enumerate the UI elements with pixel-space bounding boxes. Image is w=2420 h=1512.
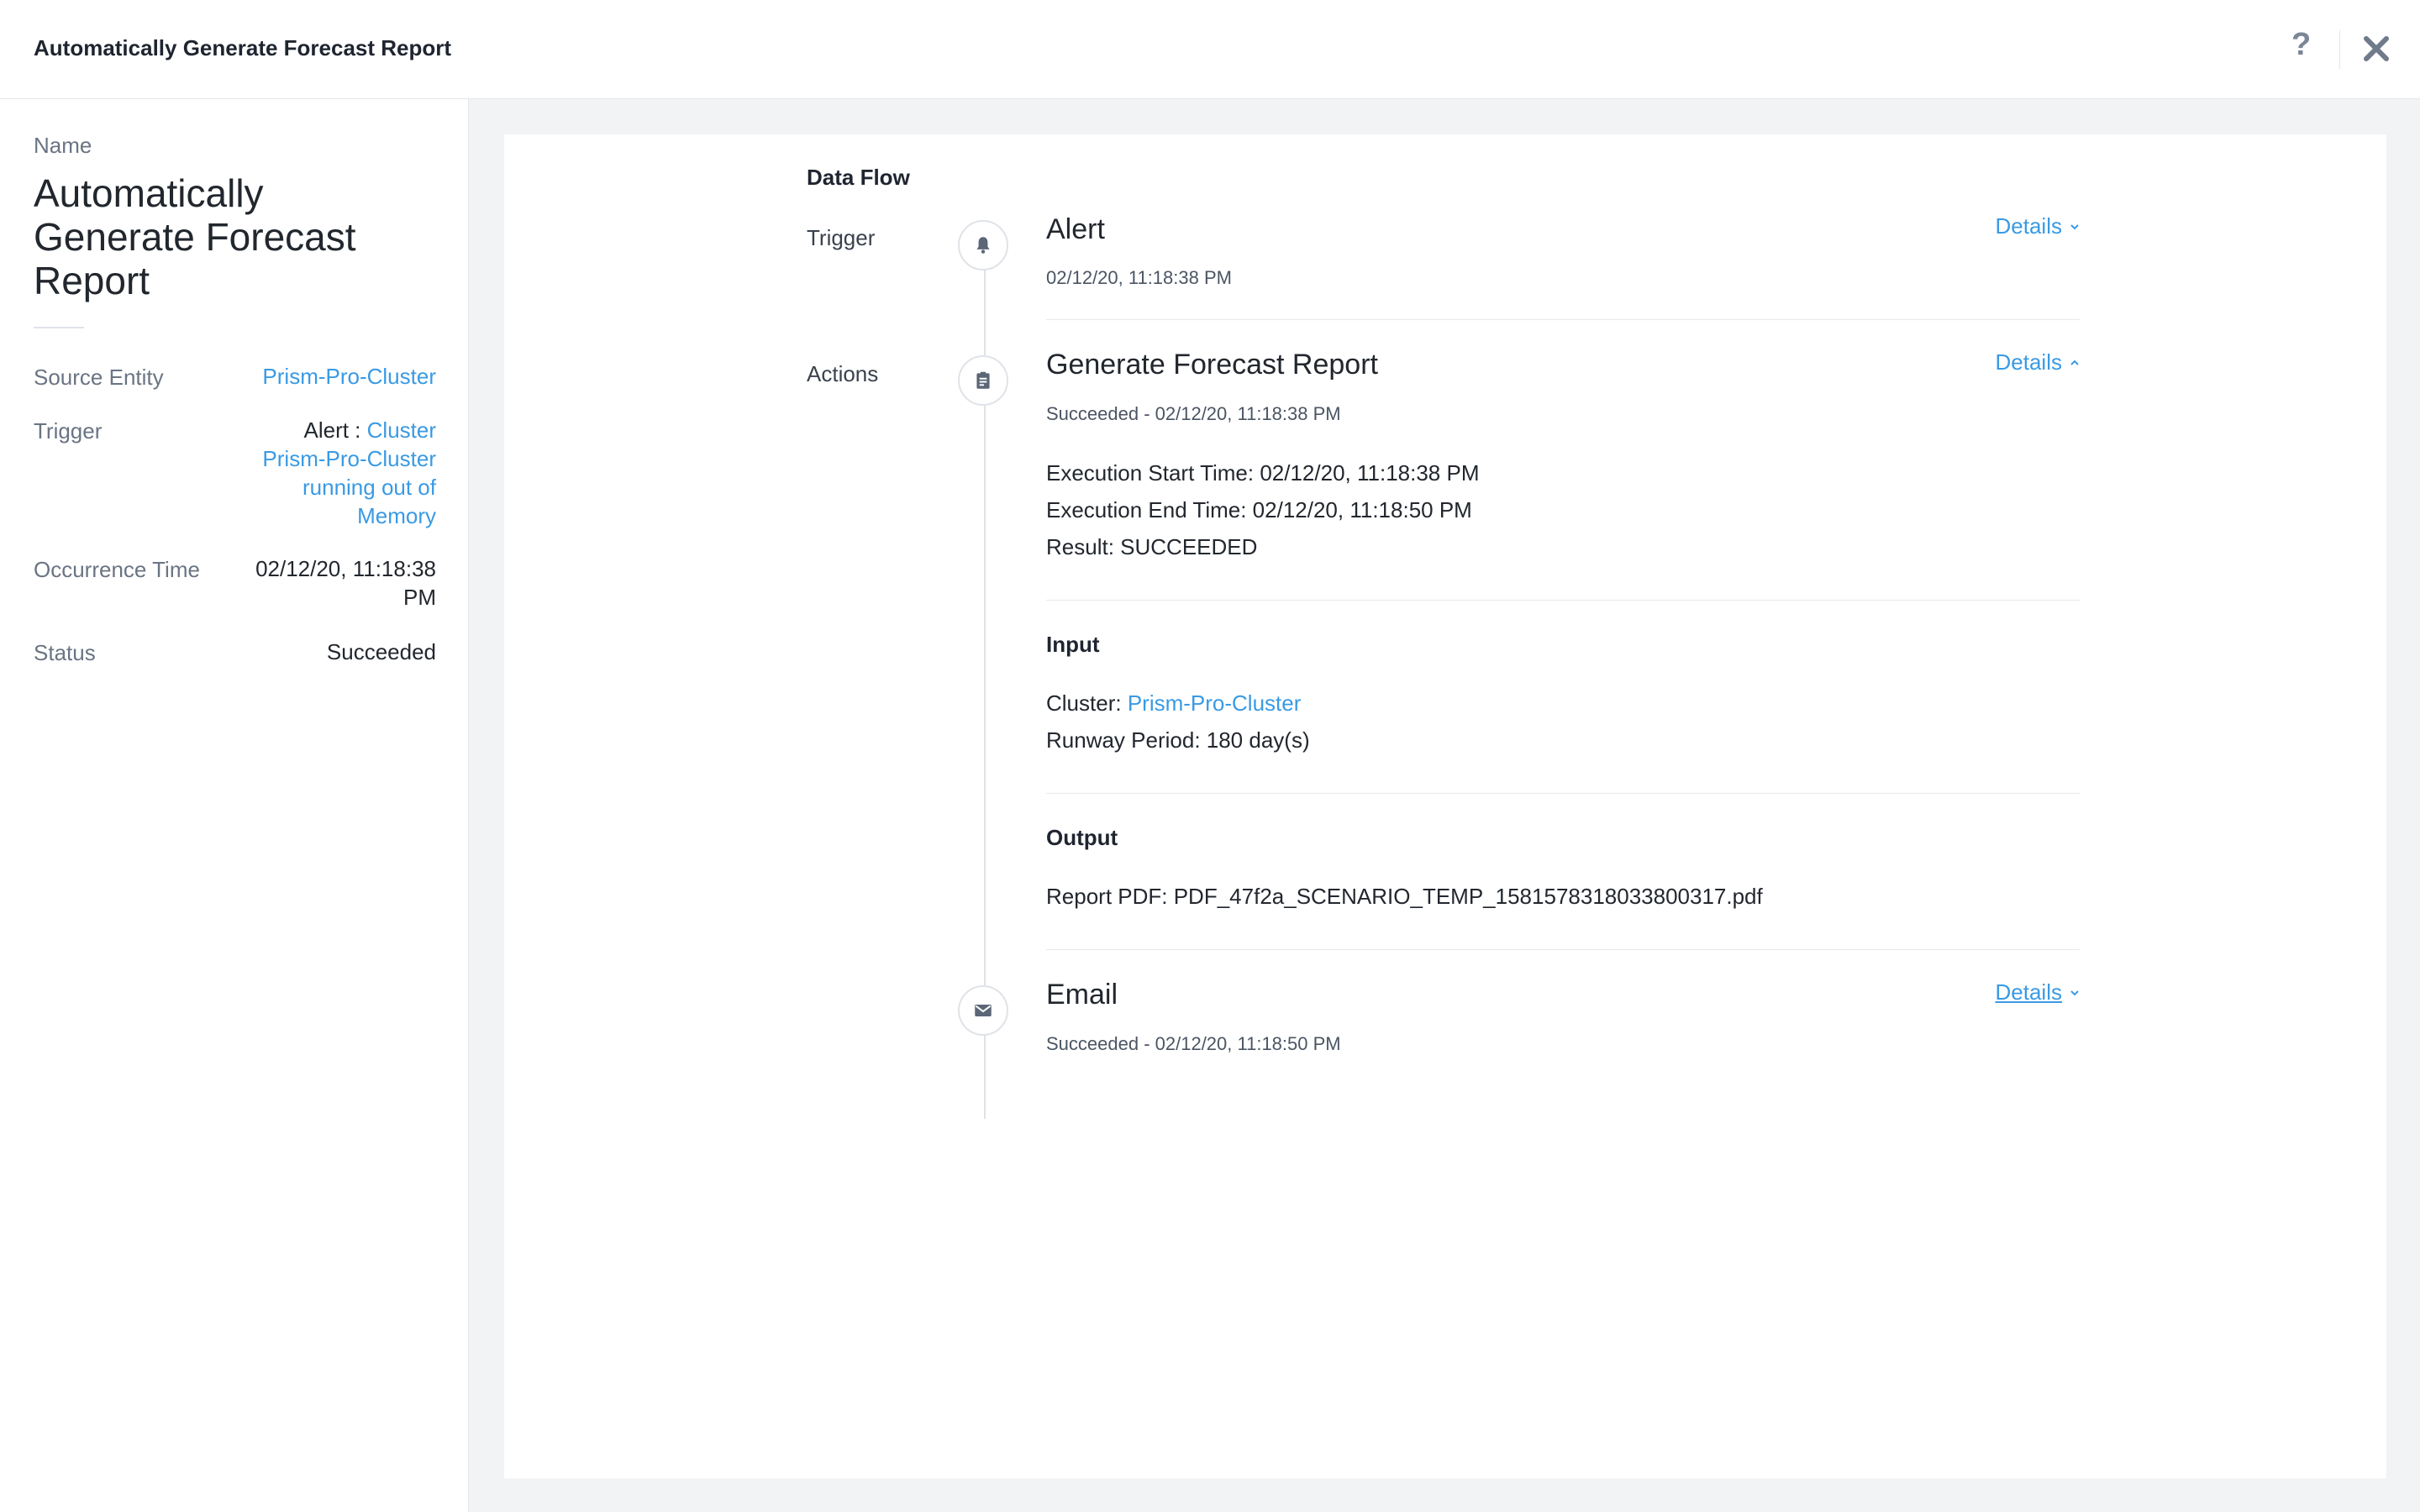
output-report-pdf: Report PDF: PDF_47f2a_SCENARIO_TEMP_1581… [1046, 884, 1763, 909]
chevron-down-icon [2070, 990, 2079, 995]
trigger-alert-link-1[interactable]: Cluster [367, 417, 436, 443]
playbook-name: Automatically Generate Forecast Report [34, 171, 356, 302]
divider [1046, 949, 2080, 950]
chevron-up-icon [2070, 360, 2079, 365]
envelope-icon [958, 985, 1008, 1036]
alert-step-title: Alert [1046, 213, 1105, 245]
trigger-row-label: Trigger [807, 225, 876, 250]
clipboard-icon [958, 355, 1008, 406]
input-runway-period: Runway Period: 180 day(s) [1046, 727, 1310, 753]
forecast-step-title: Generate Forecast Report [1046, 349, 1378, 381]
data-flow-card: Data Flow Trigger Actions Alert 02/12/20… [504, 134, 2386, 1478]
execution-result: Result: SUCCEEDED [1046, 534, 1258, 559]
trigger-prefix: Alert : [303, 417, 361, 443]
forecast-details-toggle[interactable]: Details [1996, 349, 2081, 375]
bell-icon [958, 220, 1008, 270]
trigger-alert-link-2[interactable]: Prism-Pro-Cluster [262, 444, 436, 473]
trigger-label: Trigger [34, 418, 103, 444]
alert-details-toggle[interactable]: Details [1996, 213, 2081, 239]
forecast-step-subtitle: Succeeded - 02/12/20, 11:18:38 PM [1046, 403, 1341, 424]
email-step-title: Email [1046, 979, 1118, 1011]
actions-row-label: Actions [807, 361, 879, 386]
divider [1046, 600, 2080, 601]
occurrence-time-line2: PM [403, 585, 436, 610]
trigger-alert-link-3[interactable]: running out of [262, 473, 436, 501]
execution-start-time: Execution Start Time: 02/12/20, 11:18:38… [1046, 460, 1480, 486]
email-details-label: Details [1995, 979, 2062, 1005]
source-entity-link[interactable]: Prism-Pro-Cluster [262, 362, 436, 391]
name-label: Name [34, 133, 92, 158]
input-cluster: Cluster: Prism-Pro-Cluster [1046, 690, 1301, 717]
occurrence-time-value: 02/12/20, 11:18:38 PM [255, 554, 436, 612]
input-cluster-link[interactable]: Prism-Pro-Cluster [1128, 690, 1302, 716]
close-icon[interactable] [2361, 34, 2391, 64]
name-divider [34, 327, 84, 328]
status-label: Status [34, 640, 96, 665]
header-divider [2339, 30, 2340, 69]
source-entity-label: Source Entity [34, 365, 164, 390]
email-details-toggle[interactable]: Details [1996, 979, 2081, 1005]
data-flow-title: Data Flow [807, 165, 910, 190]
divider [1046, 319, 2080, 320]
forecast-details-label: Details [1995, 349, 2062, 375]
alert-details-label: Details [1995, 213, 2062, 239]
modal-title: Automatically Generate Forecast Report [34, 35, 452, 60]
occurrence-time-line1: 02/12/20, 11:18:38 [255, 556, 436, 581]
input-cluster-label: Cluster: [1046, 690, 1122, 716]
divider [1046, 793, 2080, 794]
execution-end-time: Execution End Time: 02/12/20, 11:18:50 P… [1046, 497, 1472, 522]
alert-step-timestamp: 02/12/20, 11:18:38 PM [1046, 267, 1232, 288]
status-value: Succeeded [326, 639, 436, 664]
help-icon[interactable]: ? [2291, 27, 2311, 63]
chevron-down-icon [2070, 223, 2079, 229]
output-heading: Output [1046, 825, 1118, 850]
occurrence-time-label: Occurrence Time [34, 557, 200, 582]
details-sidebar: Name Automatically Generate Forecast Rep… [0, 99, 469, 1512]
modal-header: Automatically Generate Forecast Report ? [0, 0, 2420, 99]
email-step-subtitle: Succeeded - 02/12/20, 11:18:50 PM [1046, 1033, 1341, 1054]
trigger-alert-link-4[interactable]: Memory [262, 501, 436, 530]
input-heading: Input [1046, 632, 1100, 657]
trigger-value: Alert : Cluster Prism-Pro-Cluster runnin… [262, 416, 436, 530]
